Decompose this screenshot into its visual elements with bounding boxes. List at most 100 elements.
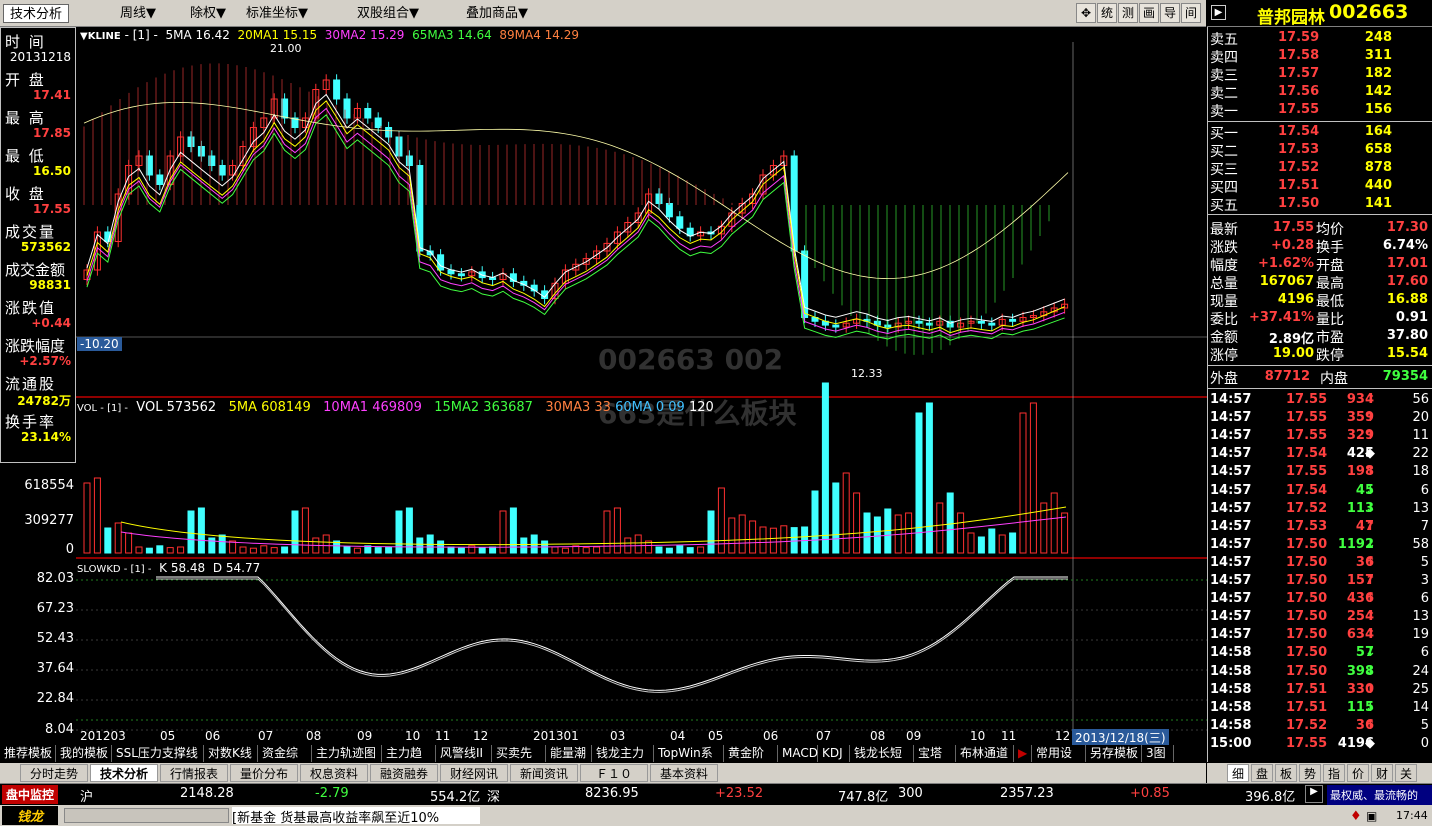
indicator-tab[interactable]: 另存模板 (1088, 745, 1142, 762)
chart-area[interactable] (76, 27, 1207, 745)
news-headline[interactable]: [新基金 货基最高收益率飙至近10% (232, 807, 480, 824)
right-tab[interactable]: 价 (1347, 764, 1369, 782)
sh-amount: 554.2亿 (430, 790, 481, 805)
play-icon[interactable]: ▶ (1305, 785, 1323, 803)
x-tick-label: 11 (1001, 729, 1017, 743)
page-tab[interactable]: 财经网讯 (440, 764, 508, 782)
indicator-tab[interactable]: 风警线II (438, 745, 492, 762)
volume-bar (520, 537, 528, 554)
indicator-tab[interactable]: MACD (780, 745, 818, 762)
stat-button[interactable]: 统 (1097, 3, 1117, 23)
page-tab[interactable]: 技术分析 (90, 764, 158, 782)
page-tab[interactable]: 行情报表 (160, 764, 228, 782)
right-tab[interactable]: 板 (1275, 764, 1297, 782)
page-tab[interactable]: Ｆ１０ (580, 764, 648, 782)
indicator-tab[interactable]: KDJ (820, 745, 850, 762)
buy-volume: 141 (1364, 196, 1392, 211)
quote-value: 17.01 (1386, 256, 1428, 271)
alert-icon[interactable]: ♦ (1350, 809, 1362, 824)
volume-bar (208, 537, 216, 554)
buy-price: 17.52 (1278, 160, 1320, 175)
move-icon[interactable]: ✥ (1076, 3, 1096, 23)
indicator-tab[interactable]: 我的模板 (58, 745, 112, 762)
indicator-tab[interactable]: 推荐模板 (2, 745, 56, 762)
right-tab[interactable]: 财 (1371, 764, 1393, 782)
buy-price: 17.54 (1278, 124, 1320, 139)
clock-time: 17:44 (1396, 809, 1428, 822)
tick-count: 20 (1412, 410, 1429, 426)
indicator-tab[interactable]: 宝塔线 (916, 745, 956, 777)
indicator-tab[interactable]: 钱龙主力 (594, 745, 654, 762)
tick-count: 5 (1420, 717, 1429, 733)
cursor-price-label: -10.20 (77, 337, 122, 351)
tick-count: 5 (1420, 554, 1429, 570)
tick-count: 3 (1420, 573, 1429, 588)
volume-bar (925, 402, 933, 554)
indicator-tab[interactable]: 3图 (1144, 745, 1174, 762)
arrow-down-icon: ↓ (1365, 645, 1376, 661)
label-volume: 成交量 (5, 223, 57, 241)
tick-price: 17.53 (1286, 518, 1328, 534)
candle-body (884, 324, 892, 328)
indicator-tab[interactable]: 资金综合 (260, 745, 312, 777)
page-tab[interactable]: 权息资料 (300, 764, 368, 782)
page-tab[interactable]: 新闻资讯 (510, 764, 578, 782)
measure-button[interactable]: 测 (1118, 3, 1138, 23)
right-tab[interactable]: 势 (1299, 764, 1321, 782)
indicator-tab[interactable]: 常用设置 (1034, 745, 1086, 777)
volume-bar (457, 547, 465, 554)
indicator-tab[interactable]: 能量潮 (548, 745, 592, 762)
quote-value: 15.54 (1386, 346, 1428, 361)
page-tab[interactable]: 融资融券 (370, 764, 438, 782)
sell-price: 17.59 (1278, 30, 1320, 45)
right-tab[interactable]: 关 (1395, 764, 1417, 782)
vol-ma10: 10MA1 469809 (323, 400, 422, 415)
page-tab[interactable]: 基本资料 (650, 764, 718, 782)
page-tab[interactable]: 量价分布 (230, 764, 298, 782)
arrow-down-icon: ↓ (1365, 482, 1376, 498)
indicator-tab[interactable]: 钱龙长短线 (852, 745, 914, 777)
tech-analysis-tab[interactable]: 技术分析 (3, 4, 69, 23)
volume-bar (447, 546, 455, 554)
diamond-icon: ◆ (1365, 735, 1375, 751)
sell-label: 卖一 (1210, 104, 1238, 120)
right-tab[interactable]: 盘 (1251, 764, 1273, 782)
indicator-tab[interactable]: 主力趋势 (384, 745, 436, 777)
volume-bar (946, 492, 954, 554)
vol-label: VOL - [1] - (77, 403, 129, 414)
arrow-up-icon: ↑ (1365, 681, 1376, 697)
indicator-tab[interactable]: 布林通道 (958, 745, 1014, 762)
kd-axis-4: 22.84 (36, 691, 74, 706)
indicator-tab[interactable]: 对数K线 (206, 745, 258, 762)
indicator-tab[interactable]: TopWin系列 (656, 745, 724, 777)
export-button[interactable]: 导 (1160, 3, 1180, 23)
candle-body (665, 203, 673, 218)
draw-button[interactable]: 画 (1139, 3, 1159, 23)
collapse-icon[interactable]: ▶ (1211, 5, 1226, 20)
volume-bar (686, 547, 694, 554)
vol-axis-zero: 0 (65, 542, 74, 557)
tick-count: 58 (1412, 536, 1429, 552)
volume-bar (977, 536, 985, 554)
menu-dual-stock[interactable]: 双股组合▼ (357, 4, 419, 23)
divider (1208, 214, 1432, 215)
indicator-tab[interactable]: 主力轨迹图 (314, 745, 382, 762)
monitor-button[interactable]: 盘中监控 (2, 785, 59, 804)
status-bar: 盘中监控 沪 2148.28 -2.79 554.2亿 深 8236.95 +2… (0, 783, 1432, 805)
x-tick-label: 11 (435, 729, 451, 743)
indicator-tab[interactable]: 买卖先锋 (494, 745, 546, 777)
right-tab[interactable]: 细 (1227, 764, 1249, 782)
menu-exright[interactable]: 除权▼ (190, 4, 226, 23)
indicator-tab[interactable]: ▶ (1016, 745, 1032, 762)
page-tab[interactable]: 分时走势 (20, 764, 88, 782)
menu-coordinate[interactable]: 标准坐标▼ (246, 4, 308, 23)
kd-axis-1: 67.23 (36, 601, 74, 616)
right-tab[interactable]: 指 (1323, 764, 1345, 782)
indicator-tab[interactable]: 黄金阶梯 (726, 745, 778, 777)
interval-button[interactable]: 间 (1181, 3, 1201, 23)
indicator-tab[interactable]: SSL压力支撑线 (114, 745, 204, 762)
menu-period[interactable]: 周线▼ (120, 4, 156, 23)
x-tick-label: 07 (258, 729, 274, 743)
menu-overlay[interactable]: 叠加商品▼ (466, 4, 528, 23)
tick-time: 14:57 (1210, 392, 1252, 407)
